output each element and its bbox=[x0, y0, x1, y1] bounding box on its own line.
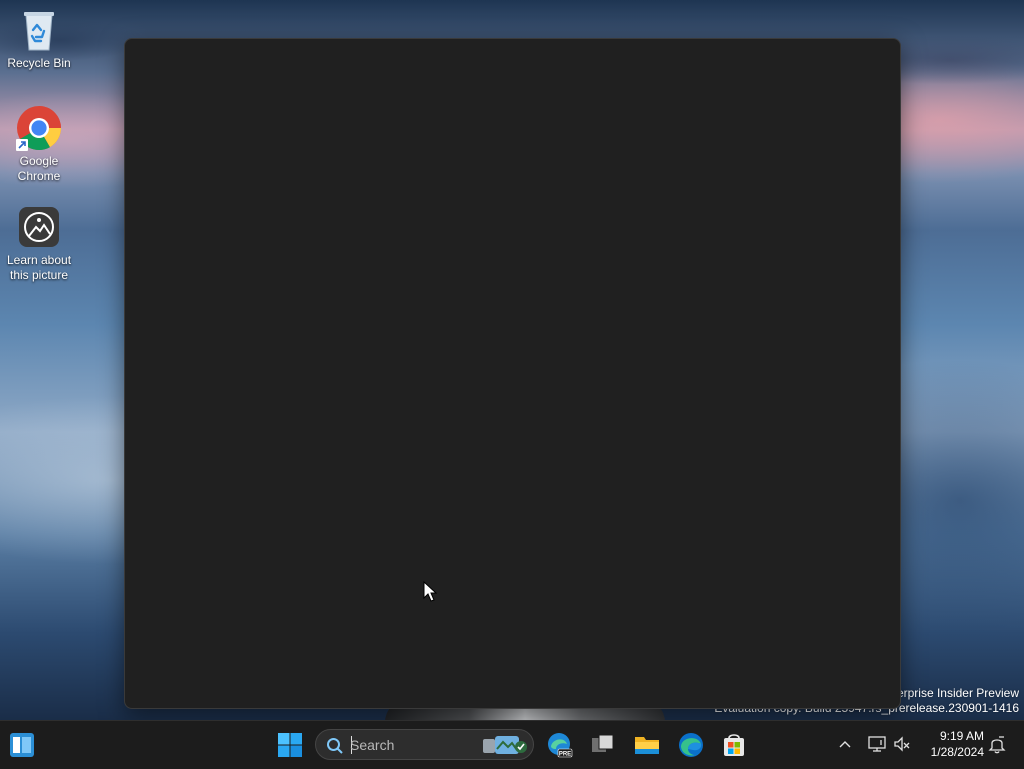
store-icon bbox=[724, 734, 744, 756]
widgets-button[interactable] bbox=[2, 725, 42, 765]
svg-text:PRE: PRE bbox=[559, 752, 571, 758]
edge-icon bbox=[679, 733, 703, 757]
volume-muted-icon bbox=[894, 736, 910, 752]
search-input[interactable] bbox=[350, 735, 470, 755]
taskbar-microsoft-edge[interactable] bbox=[671, 725, 711, 765]
chrome-label: Google Chrome bbox=[17, 154, 61, 183]
recycle-bin-icon bbox=[15, 6, 63, 54]
taskbar-task-view[interactable] bbox=[583, 725, 623, 765]
show-hidden-icons-button[interactable] bbox=[834, 733, 856, 755]
search-highlight-icon[interactable] bbox=[481, 733, 529, 757]
desktop-icon-recycle-bin[interactable]: Recycle Bin bbox=[4, 6, 74, 71]
network-button[interactable] bbox=[866, 733, 888, 755]
notifications-button[interactable] bbox=[986, 733, 1008, 755]
windows-logo-icon bbox=[278, 733, 302, 757]
mouse-cursor-icon bbox=[423, 581, 437, 602]
network-icon bbox=[868, 736, 886, 752]
taskbar-search-box[interactable] bbox=[315, 729, 534, 760]
chevron-up-icon bbox=[839, 741, 851, 748]
blank-app-window[interactable] bbox=[124, 38, 901, 709]
widgets-icon bbox=[10, 733, 34, 757]
taskbar: PRE bbox=[0, 720, 1024, 769]
task-view-icon bbox=[592, 734, 614, 752]
folder-icon bbox=[635, 737, 659, 754]
volume-button[interactable] bbox=[891, 733, 913, 755]
taskbar-file-explorer[interactable] bbox=[627, 725, 667, 765]
search-icon bbox=[327, 738, 343, 754]
desktop-icon-google-chrome[interactable]: Google Chrome bbox=[4, 104, 74, 184]
learn-picture-label: Learn about this picture bbox=[6, 253, 72, 282]
chrome-icon bbox=[15, 104, 63, 152]
start-button[interactable] bbox=[270, 725, 310, 765]
taskbar-microsoft-store[interactable] bbox=[714, 725, 754, 765]
edge-pre-icon: PRE bbox=[548, 733, 573, 758]
clock-date: 1/28/2024 bbox=[930, 745, 984, 759]
bell-icon bbox=[988, 736, 1006, 754]
desktop-icon-learn-about-picture[interactable]: Learn about this picture bbox=[4, 203, 74, 283]
recycle-bin-label: Recycle Bin bbox=[7, 56, 71, 70]
clock-time: 9:19 AM bbox=[939, 729, 984, 743]
learn-picture-icon bbox=[15, 203, 63, 251]
taskbar-edge-pre[interactable]: PRE bbox=[540, 725, 580, 765]
taskbar-clock[interactable]: 9:19 AM 1/28/2024 bbox=[918, 728, 984, 760]
